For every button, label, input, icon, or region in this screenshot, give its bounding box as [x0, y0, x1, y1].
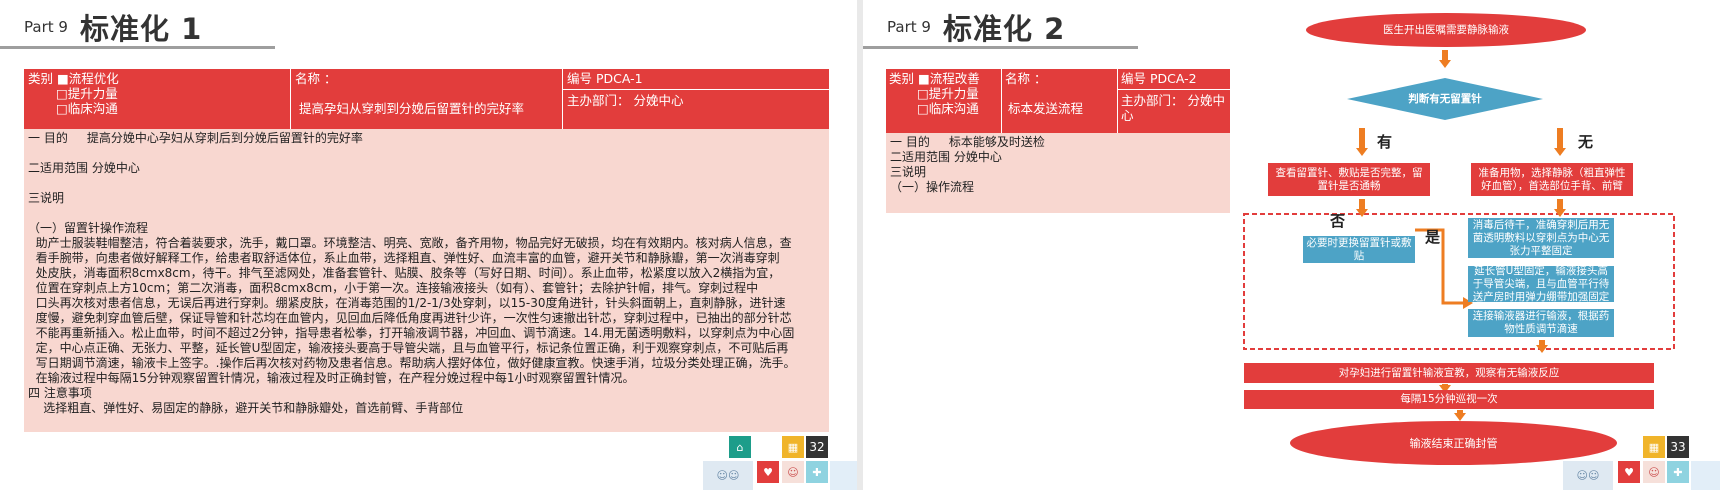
replace-box: 必要时更换留置针或敷贴: [1303, 236, 1415, 263]
yes-mark: 是: [1425, 228, 1441, 246]
arrow-shaft: [1557, 199, 1563, 209]
yes-label: 有: [1377, 133, 1393, 151]
disinfect-box: 消毒后待干，准确穿刺后用无菌透明敷料以穿刺点为中心无张力平整固定: [1468, 218, 1614, 258]
category-line-3: □临床沟通: [56, 101, 118, 116]
arrow-shaft: [1359, 199, 1365, 209]
category-cell: 类别 ■流程优化 □提升力量 □临床沟通: [28, 71, 288, 116]
body-line: 三说明: [28, 191, 65, 205]
extension-box: 延长管U型固定，输液接头高于导管尖端，且与血管平行待送产房时用弹力绷带加强固定: [1468, 265, 1614, 303]
medical-icon: ✚: [1667, 461, 1689, 483]
arrow-shaft: [1557, 128, 1563, 148]
page-number: 32: [806, 436, 828, 458]
body-line: 四 注意事项: [28, 386, 92, 400]
body-line: 不能再重新插入。松止血带，时间不超过2分钟，指导患者松拳，打开输液调节器，冲回血…: [28, 326, 795, 340]
arrow-head: [1356, 148, 1368, 156]
no-mark: 否: [1330, 212, 1346, 230]
doctors-image: ☺☺: [1563, 461, 1613, 490]
page-number: 33: [1667, 436, 1689, 458]
arrow-shaft: [1359, 128, 1365, 148]
slide-1: Part 9 标准化 1 类别 ■流程优化 □提升力量 □临床沟通 名称 ： 提…: [0, 0, 857, 490]
arrow-head: [1454, 413, 1466, 421]
content-body: 一 目的 提高分娩中心孕妇从穿刺后到分娩后留置针的完好率 二适用范围 分娩中心 三说…: [24, 129, 829, 432]
home-icon: ⌂: [729, 436, 751, 458]
patrol-bar: 每隔15分钟巡视一次: [1244, 390, 1654, 409]
code-value: 编号 PDCA-1: [567, 71, 643, 86]
body-line: [28, 176, 825, 191]
body-line: 定，中心点正确、无张力、平整，延长管U型固定，输液接头要高于导管尖端，且与血管平…: [28, 341, 789, 355]
nurse-image: ☺: [1643, 461, 1665, 483]
category-line-1: 类别 ■流程优化: [28, 71, 119, 86]
body-line: 度慢，避免刺穿血管后壁，保证导管和针芯均在血管内，见回血后降低角度再进针少许，一…: [28, 311, 792, 325]
body-line: （一）留置针操作流程: [28, 221, 149, 235]
slide-title: 标准化 1: [80, 12, 203, 46]
heart-icon: ♥: [1618, 461, 1640, 483]
body-line: 口头再次核对患者信息，无误后再进行穿刺。绷紧皮肤，在消毒范围的1/2-1/3处穿…: [28, 296, 786, 310]
body-line: 助产士服装鞋帽整洁，符合着装要求，洗手，戴口罩。环境整洁、明亮、宽敞，备齐用物，…: [28, 236, 792, 250]
start-oval: 医生开出医嘱需要静脉输液: [1306, 13, 1586, 47]
nurse-image: ☺: [782, 461, 804, 483]
divider: [562, 89, 829, 90]
body-line: 二适用范围 分娩中心: [28, 161, 140, 175]
chart-icon: ▦: [1643, 436, 1665, 458]
dept-value: 主办部门： 分娩中心: [567, 93, 684, 108]
chart-icon: ▦: [782, 436, 804, 458]
title-underline: [0, 46, 275, 49]
divider: [562, 69, 563, 129]
heart-icon: ♥: [757, 461, 779, 483]
name-value: 提高孕妇从穿刺到分娩后留置针的完好率: [299, 101, 525, 116]
no-label: 无: [1578, 133, 1594, 151]
divider: [290, 69, 291, 129]
body-line: [28, 146, 825, 161]
body-line: 一 目的 提高分娩中心孕妇从穿刺后到分娩后留置针的完好率: [28, 131, 363, 145]
arrow-head: [1439, 60, 1451, 68]
decision-label: 判断有无留置针: [1408, 92, 1482, 105]
body-line: 写日期调节滴速，输液卡上签字。.操作后再次核对药物及患者信息。帮助病人摆好体位，…: [28, 356, 796, 370]
slide-2: Part 9 标准化 2 类别 ■流程改善 □提升力量 □临床沟通 名称 ： 标…: [863, 0, 1720, 490]
end-oval: 输液结束正确封管: [1290, 421, 1617, 465]
educate-bar: 对孕妇进行留置针输液宣教，观察有无输液反应: [1244, 363, 1654, 383]
body-line: 在输液过程中每隔15分钟观察留置针情况，输液过程及时正确封管，在产程分娩过程中每…: [28, 371, 635, 385]
doctors-image: ☺☺: [703, 461, 753, 490]
part-label: Part 9: [24, 18, 68, 36]
body-line: [28, 206, 825, 221]
check-box: 查看留置针、敷贴是否完整，留置针是否通畅: [1268, 163, 1430, 196]
connect-box: 连接输液器进行输液，根据药物性质调节滴速: [1468, 309, 1614, 337]
body-line: 位置在穿刺点上方10cm；第二次消毒，面积8cmx8cm，小于第一次。连接输液接…: [28, 281, 759, 295]
arrow-head: [1554, 209, 1566, 217]
name-label: 名称 ：: [295, 71, 337, 86]
arrow-head: [1554, 148, 1566, 156]
arrow-head: [1536, 345, 1548, 353]
body-line: 处皮肤，消毒面积8cmx8cm，待干。排气至滤网处，准备套管针、贴膜、胶条等（写…: [28, 266, 781, 280]
category-line-2: □提升力量: [56, 86, 118, 101]
prepare-box: 准备用物，选择静脉（粗直弹性好血管），首选部位手背、前臂: [1471, 163, 1633, 196]
body-line: 选择粗直、弹性好、易固定的静脉，避开关节和静脉瓣处，首选前臂、手背部位: [28, 401, 464, 415]
footer-strip: [830, 461, 857, 490]
body-line: 看手腕带，向患者做好解释工作，给患者取舒适体位，系止血带，选择粗直、弹性好、血流…: [28, 251, 780, 265]
arrow-head: [1356, 209, 1368, 217]
header-table: 类别 ■流程优化 □提升力量 □临床沟通 名称 ： 提高孕妇从穿刺到分娩后留置针…: [24, 69, 829, 129]
footer-strip: [1691, 461, 1720, 490]
medical-icon: ✚: [806, 461, 828, 483]
arrow-shaft: [1442, 50, 1448, 60]
